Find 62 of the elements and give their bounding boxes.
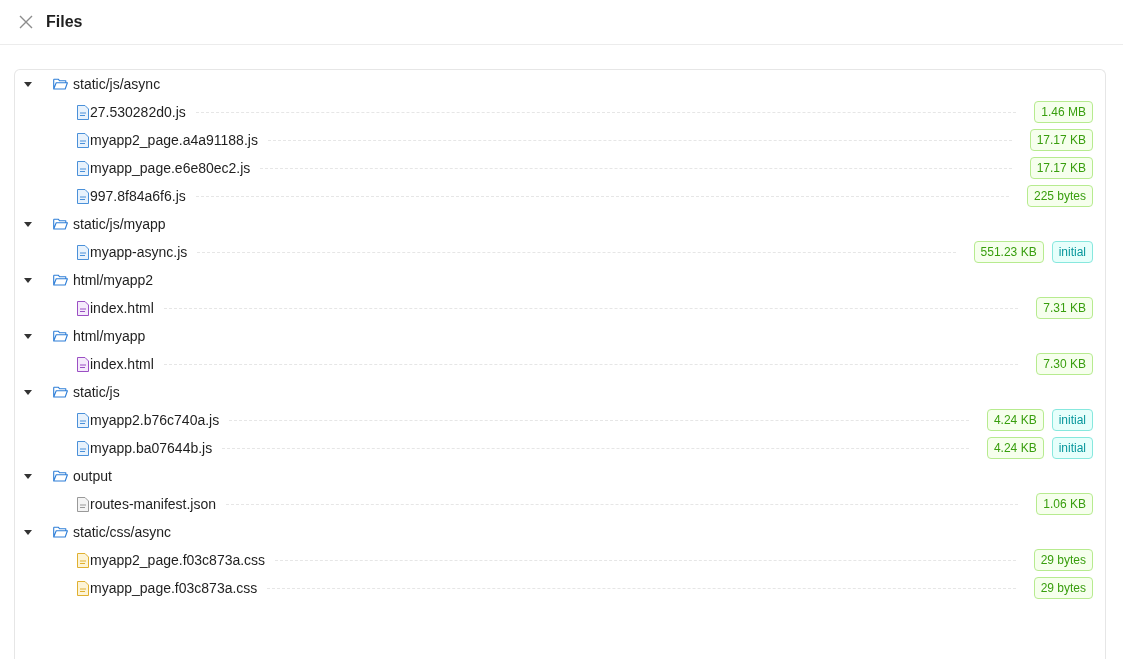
file-icon: [77, 160, 89, 176]
folder-icon: [53, 386, 68, 398]
size-tag: 1.06 KB: [1036, 493, 1093, 515]
size-tag: 29 bytes: [1033, 577, 1093, 599]
folder-name[interactable]: static/css/async: [73, 524, 172, 540]
caret-icon[interactable]: [23, 527, 33, 537]
folder-icon: [53, 470, 68, 482]
folder-name[interactable]: static/js/myapp: [73, 216, 166, 232]
file-icon: [77, 412, 89, 428]
file-name[interactable]: index.html: [90, 356, 154, 372]
panel-title: Files: [46, 13, 83, 31]
file-name[interactable]: myapp_page.f03c873a.css: [90, 580, 258, 596]
caret-icon[interactable]: [23, 219, 33, 229]
size-tag: 225 bytes: [1026, 185, 1093, 207]
folder-icon: [53, 330, 68, 342]
size-tag: 17.17 KB: [1029, 129, 1093, 151]
file-name[interactable]: index.html: [90, 300, 154, 316]
size-tag: 29 bytes: [1033, 549, 1093, 571]
caret-icon[interactable]: [23, 275, 33, 285]
size-tag: 7.31 KB: [1036, 297, 1093, 319]
file-icon: [77, 104, 89, 120]
file-icon: [77, 552, 89, 568]
folder-icon: [53, 526, 68, 538]
file-icon: [77, 580, 89, 596]
folder-name[interactable]: html/myapp: [73, 328, 146, 344]
caret-icon[interactable]: [23, 79, 33, 89]
file-name[interactable]: routes-manifest.json: [90, 496, 217, 512]
size-tag: 7.30 KB: [1036, 353, 1093, 375]
initial-tag: initial: [1051, 409, 1093, 431]
file-name[interactable]: 27.530282d0.js: [90, 104, 186, 120]
folder-name[interactable]: html/myapp2: [73, 272, 154, 288]
caret-icon[interactable]: [23, 387, 33, 397]
file-name[interactable]: 997.8f84a6f6.js: [90, 188, 186, 204]
file-name[interactable]: myapp2_page.f03c873a.css: [90, 552, 266, 568]
file-icon: [77, 496, 89, 512]
close-button[interactable]: [18, 14, 34, 30]
size-tag: 551.23 KB: [973, 241, 1044, 263]
file-name[interactable]: myapp_page.e6e80ec2.js: [90, 160, 251, 176]
file-name[interactable]: myapp-async.js: [90, 244, 188, 260]
file-icon: [77, 244, 89, 260]
file-icon: [77, 132, 89, 148]
file-icon: [77, 188, 89, 204]
initial-tag: initial: [1051, 437, 1093, 459]
file-name[interactable]: myapp2_page.a4a91188.js: [90, 132, 258, 148]
initial-tag: initial: [1051, 241, 1093, 263]
file-icon: [77, 300, 89, 316]
folder-name[interactable]: static/js: [73, 384, 120, 400]
folder-icon: [53, 218, 68, 230]
file-icon: [77, 356, 89, 372]
caret-icon[interactable]: [23, 471, 33, 481]
size-tag: 4.24 KB: [986, 409, 1044, 431]
folder-name[interactable]: output: [73, 468, 112, 484]
size-tag: 17.17 KB: [1029, 157, 1093, 179]
file-name[interactable]: myapp2.b76c740a.js: [90, 412, 220, 428]
folder-icon: [53, 274, 68, 286]
folder-icon: [53, 78, 68, 90]
file-icon: [77, 440, 89, 456]
file-name[interactable]: myapp.ba07644b.js: [90, 440, 213, 456]
size-tag: 4.24 KB: [986, 437, 1044, 459]
size-tag: 1.46 MB: [1034, 101, 1093, 123]
folder-name[interactable]: static/js/async: [73, 76, 161, 92]
caret-icon[interactable]: [23, 331, 33, 341]
